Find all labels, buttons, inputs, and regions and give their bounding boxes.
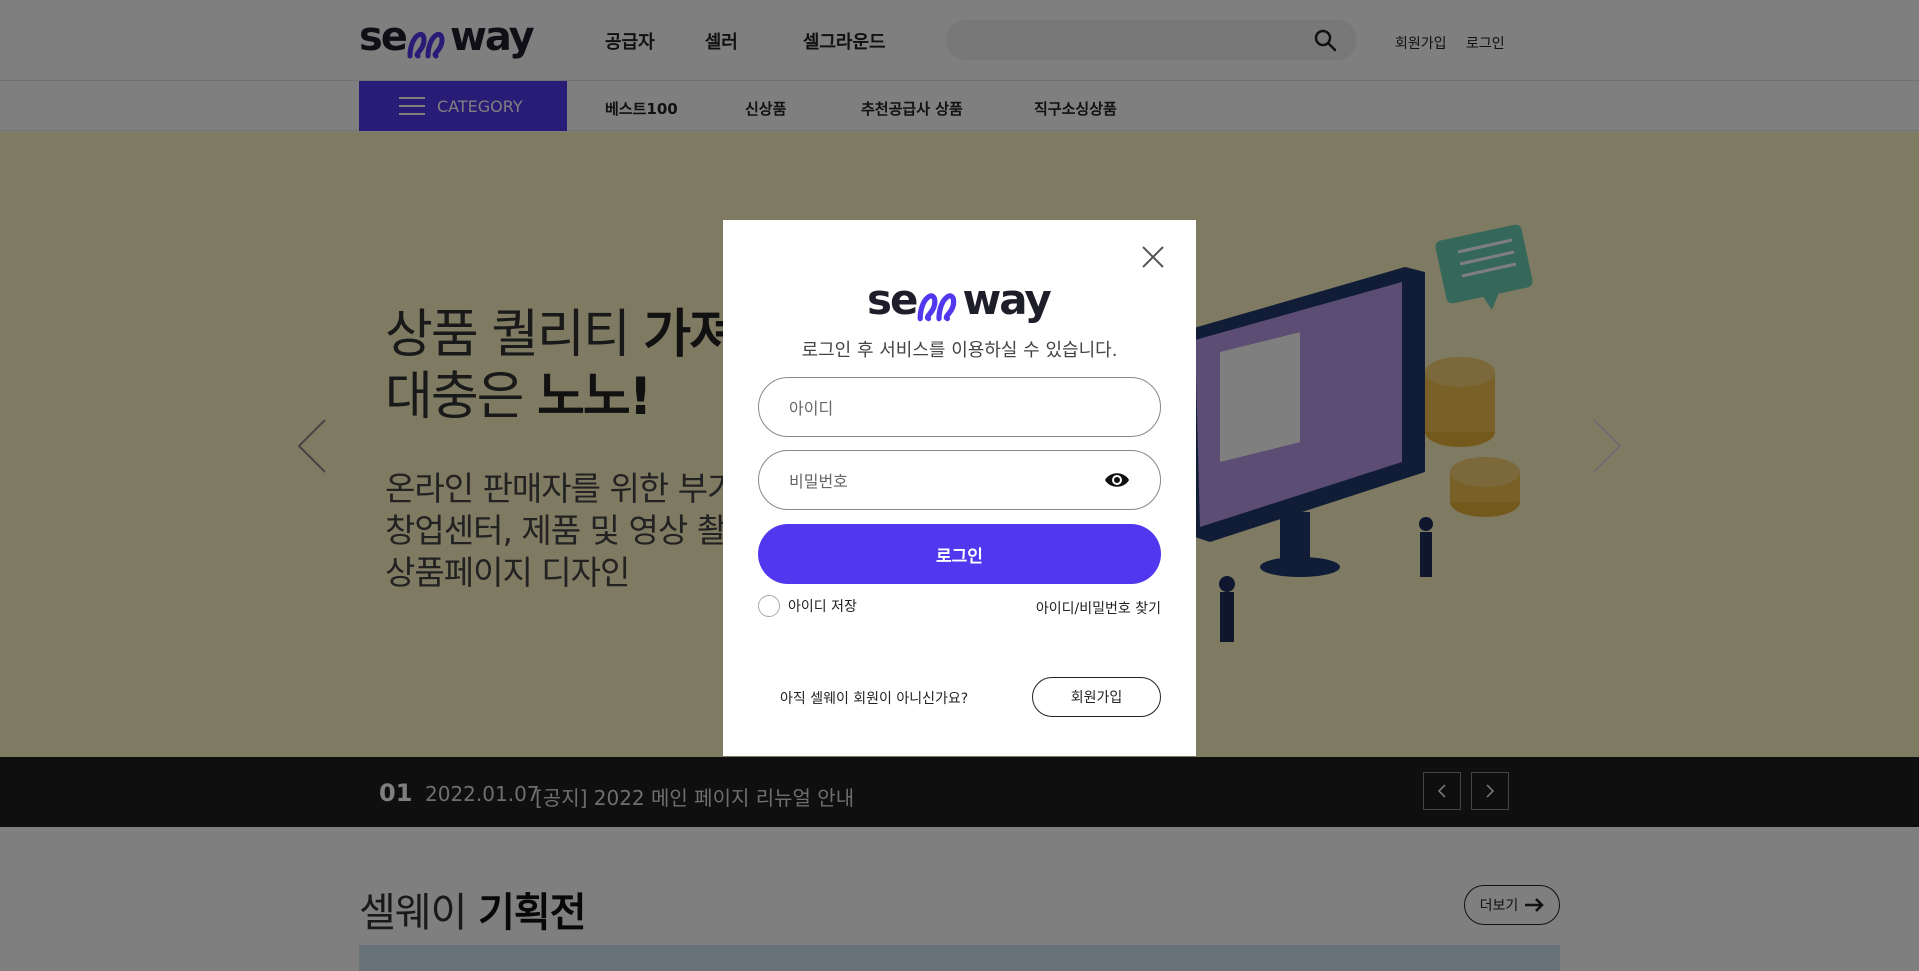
login-button[interactable]: 로그인 — [758, 524, 1161, 584]
logo-loops-icon — [916, 286, 962, 324]
login-modal: se way 로그인 후 서비스를 이용하실 수 있습니다. 아이디 비밀번호 … — [723, 220, 1196, 756]
join-question: 아직 셀웨이 회원이 아니신가요? — [780, 691, 969, 707]
close-icon[interactable] — [1138, 242, 1168, 272]
id-placeholder: 아이디 — [789, 399, 834, 418]
id-input[interactable]: 아이디 — [758, 377, 1161, 437]
logo-text-se: se — [867, 275, 919, 324]
save-id-checkbox[interactable]: 아이디 저장 — [758, 595, 857, 617]
checkbox-circle-icon[interactable] — [758, 595, 780, 617]
eye-icon[interactable] — [1104, 469, 1130, 491]
save-id-label: 아이디 저장 — [788, 599, 857, 615]
logo-text-way: way — [962, 275, 1051, 324]
password-placeholder: 비밀번호 — [789, 472, 848, 491]
join-button[interactable]: 회원가입 — [1032, 677, 1161, 717]
login-message: 로그인 후 서비스를 이용하실 수 있습니다. — [801, 340, 1118, 361]
find-account-link[interactable]: 아이디/비밀번호 찾기 — [1036, 598, 1161, 618]
modal-logo: se way — [867, 275, 1052, 324]
password-input[interactable]: 비밀번호 — [758, 450, 1161, 510]
